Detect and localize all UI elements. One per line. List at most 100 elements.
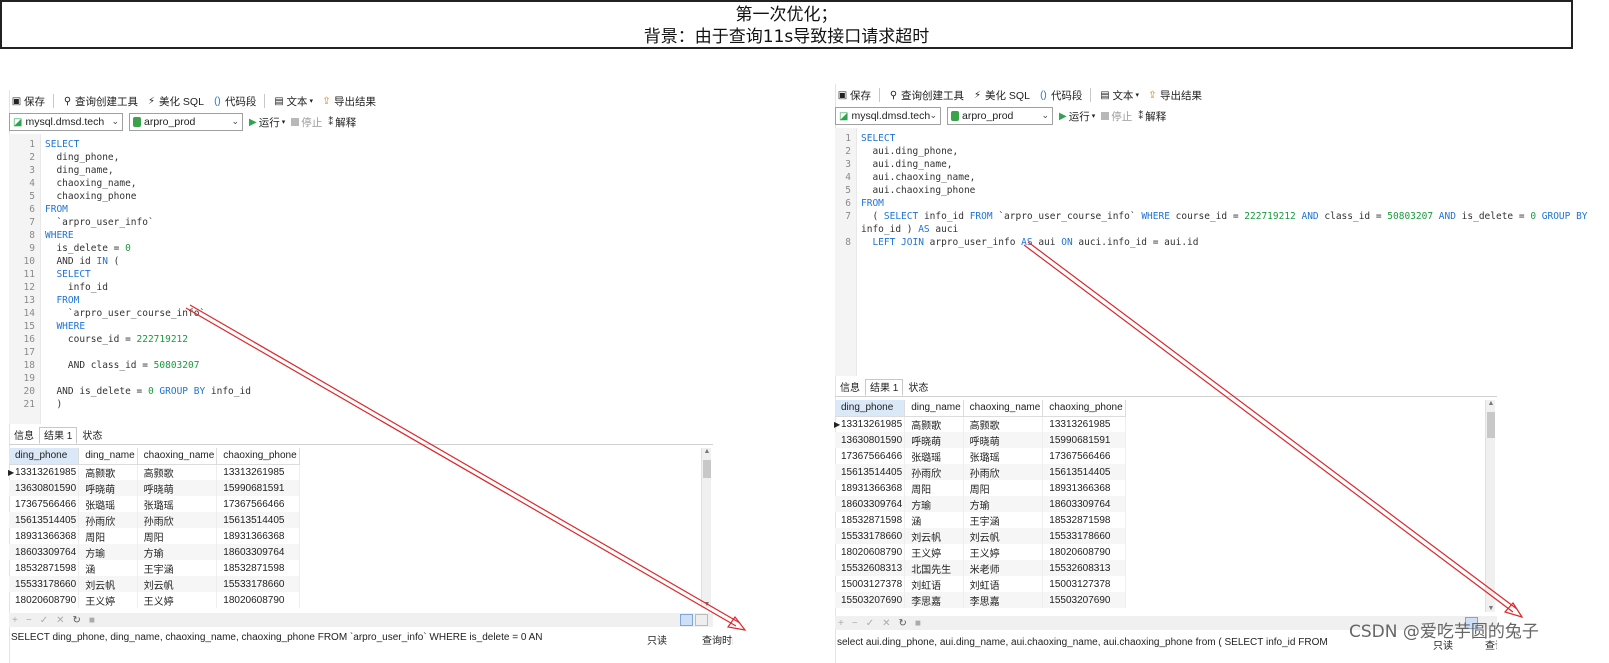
scroll-thumb[interactable] <box>703 460 711 478</box>
apply-icon[interactable]: ✓ <box>866 618 874 629</box>
table-cell[interactable]: ▶ 13313261985 <box>8 464 80 480</box>
connection-select[interactable]: ◪ mysql.dmsd.tech ⌄ <box>835 107 941 125</box>
table-cell[interactable]: 周阳 <box>137 528 218 544</box>
table-cell[interactable]: 周阳 <box>963 480 1044 496</box>
table-row[interactable]: 18020608790 王义婷 王义婷 18020608790 <box>835 544 1126 560</box>
table-cell[interactable]: 18020608790 <box>216 592 300 608</box>
table-cell[interactable]: 18931366368 <box>216 528 300 544</box>
table-row[interactable]: 13630801590 呼晓萌 呼晓萌 15990681591 <box>9 480 300 496</box>
table-cell[interactable]: 18931366368 <box>9 528 80 544</box>
stop-button[interactable]: 停止 <box>291 115 322 130</box>
scroll-thumb[interactable] <box>1487 412 1495 438</box>
table-row[interactable]: 18603309764 方瑜 方瑜 18603309764 <box>9 544 300 560</box>
table-cell[interactable]: 15990681591 <box>216 480 300 496</box>
table-cell[interactable]: 刘云帆 <box>78 576 138 592</box>
save-button[interactable]: ▣ 保存 <box>837 88 871 103</box>
sql-editor[interactable]: 1 SELECT 2 ding_phone, 3 ding_name, 4 chaoxi… <box>9 134 713 424</box>
form-view-icon[interactable] <box>695 614 708 626</box>
stop-button[interactable]: 停止 <box>1101 109 1132 124</box>
table-cell[interactable]: 17367566466 <box>9 496 80 512</box>
table-cell[interactable]: 孙雨欣 <box>78 512 138 528</box>
table-cell[interactable]: 13313261985 <box>1042 416 1126 432</box>
table-cell[interactable]: 张璐瑶 <box>137 496 218 512</box>
table-cell[interactable]: 13630801590 <box>9 480 80 496</box>
stop-load-icon[interactable]: ■ <box>915 618 921 629</box>
table-cell[interactable]: 王宇涵 <box>963 512 1044 528</box>
column-header[interactable]: ding_phone <box>9 448 80 465</box>
table-cell[interactable]: 孙雨欣 <box>963 464 1044 480</box>
snippet-button[interactable]: () 代码段 <box>1038 88 1082 103</box>
tab-result-1[interactable]: 结果 1 <box>39 427 78 444</box>
save-button[interactable]: ▣ 保存 <box>11 94 45 109</box>
grid-scrollbar[interactable]: ▲ ▼ <box>1485 400 1495 612</box>
table-cell[interactable]: 高颢歌 <box>963 416 1044 432</box>
table-cell[interactable]: 方瑜 <box>137 544 218 560</box>
table-cell[interactable]: 王义婷 <box>78 592 138 608</box>
table-cell[interactable]: 18603309764 <box>835 496 906 512</box>
table-cell[interactable]: 高颢歌 <box>137 464 218 480</box>
run-button[interactable]: ▶ 运行 ▾ <box>1059 109 1095 124</box>
table-cell[interactable]: 涵 <box>78 560 138 576</box>
table-cell[interactable]: 刘云帆 <box>137 576 218 592</box>
table-cell[interactable]: 李思嘉 <box>904 592 964 608</box>
table-cell[interactable]: 周阳 <box>78 528 138 544</box>
discard-icon[interactable]: ✕ <box>882 618 890 629</box>
table-cell[interactable]: 15532608313 <box>1042 560 1126 576</box>
table-cell[interactable]: 高颢歌 <box>904 416 964 432</box>
table-cell[interactable]: 张璐瑶 <box>904 448 964 464</box>
table-row[interactable]: 18931366368 周阳 周阳 18931366368 <box>835 480 1126 496</box>
table-cell[interactable]: 刘云帆 <box>963 528 1044 544</box>
column-header[interactable]: chaoxing_phone <box>216 448 300 465</box>
table-cell[interactable]: 15532608313 <box>835 560 906 576</box>
beautify-sql-button[interactable]: ⚡ 美化 SQL <box>972 88 1030 103</box>
beautify-sql-button[interactable]: ⚡ 美化 SQL <box>146 94 204 109</box>
table-cell[interactable]: 18020608790 <box>9 592 80 608</box>
table-cell[interactable]: 18532871598 <box>9 560 80 576</box>
add-record-icon[interactable]: + <box>838 618 844 629</box>
table-cell[interactable]: 张璐瑶 <box>963 448 1044 464</box>
table-row[interactable]: 18603309764 方瑜 方瑜 18603309764 <box>835 496 1126 512</box>
table-row[interactable]: 17367566466 张璐瑶 张璐瑶 17367566466 <box>835 448 1126 464</box>
table-cell[interactable]: 15503207690 <box>835 592 906 608</box>
table-cell[interactable]: 15533178660 <box>9 576 80 592</box>
sql-editor[interactable]: 1 SELECT 2 aui.ding_phone, 3 aui.ding_name,… <box>835 128 1588 376</box>
column-header[interactable]: ding_phone <box>835 400 906 417</box>
table-cell[interactable]: 15613514405 <box>9 512 80 528</box>
table-row[interactable]: 15613514405 孙雨欣 孙雨欣 15613514405 <box>9 512 300 528</box>
table-cell[interactable]: 王宇涵 <box>137 560 218 576</box>
table-cell[interactable]: 18532871598 <box>216 560 300 576</box>
tab-result-1[interactable]: 结果 1 <box>865 379 904 396</box>
table-row[interactable]: 18532871598 涵王宇涵 18532871598 <box>9 560 300 576</box>
table-cell[interactable]: 刘虹语 <box>963 576 1044 592</box>
export-results-button[interactable]: ⇪ 导出结果 <box>321 94 376 109</box>
table-cell[interactable]: 方瑜 <box>963 496 1044 512</box>
table-cell[interactable]: 米老师 <box>963 560 1044 576</box>
grid-view-icon[interactable] <box>680 614 693 626</box>
table-row[interactable]: 15533178660 刘云帆 刘云帆 15533178660 <box>835 528 1126 544</box>
table-cell[interactable]: 18532871598 <box>1042 512 1126 528</box>
table-cell[interactable]: 孙雨欣 <box>137 512 218 528</box>
query-builder-button[interactable]: ⚲ 查询创建工具 <box>62 94 138 109</box>
tab-info[interactable]: 信息 <box>9 427 39 444</box>
snippet-button[interactable]: () 代码段 <box>212 94 256 109</box>
table-cell[interactable]: 17367566466 <box>216 496 300 512</box>
column-header[interactable]: chaoxing_phone <box>1042 400 1126 417</box>
table-cell[interactable]: 15533178660 <box>216 576 300 592</box>
table-cell[interactable]: 13313261985 <box>216 464 300 480</box>
table-cell[interactable]: 18020608790 <box>835 544 906 560</box>
table-cell[interactable]: 15003127378 <box>1042 576 1126 592</box>
table-row[interactable]: 15533178660 刘云帆 刘云帆 15533178660 <box>9 576 300 592</box>
table-cell[interactable]: 方瑜 <box>904 496 964 512</box>
refresh-icon[interactable]: ↻ <box>898 618 906 629</box>
table-cell[interactable]: 18532871598 <box>835 512 906 528</box>
table-row[interactable]: 13630801590 呼晓萌 呼晓萌 15990681591 <box>835 432 1126 448</box>
delete-record-icon[interactable]: − <box>26 615 32 626</box>
table-cell[interactable]: 北国先生 <box>904 560 964 576</box>
refresh-icon[interactable]: ↻ <box>72 615 80 626</box>
apply-icon[interactable]: ✓ <box>40 615 48 626</box>
stop-load-icon[interactable]: ■ <box>89 615 95 626</box>
table-cell[interactable]: 17367566466 <box>835 448 906 464</box>
table-cell[interactable]: 涵 <box>904 512 964 528</box>
table-row[interactable]: 17367566466 张璐瑶 张璐瑶 17367566466 <box>9 496 300 512</box>
export-results-button[interactable]: ⇪ 导出结果 <box>1147 88 1202 103</box>
